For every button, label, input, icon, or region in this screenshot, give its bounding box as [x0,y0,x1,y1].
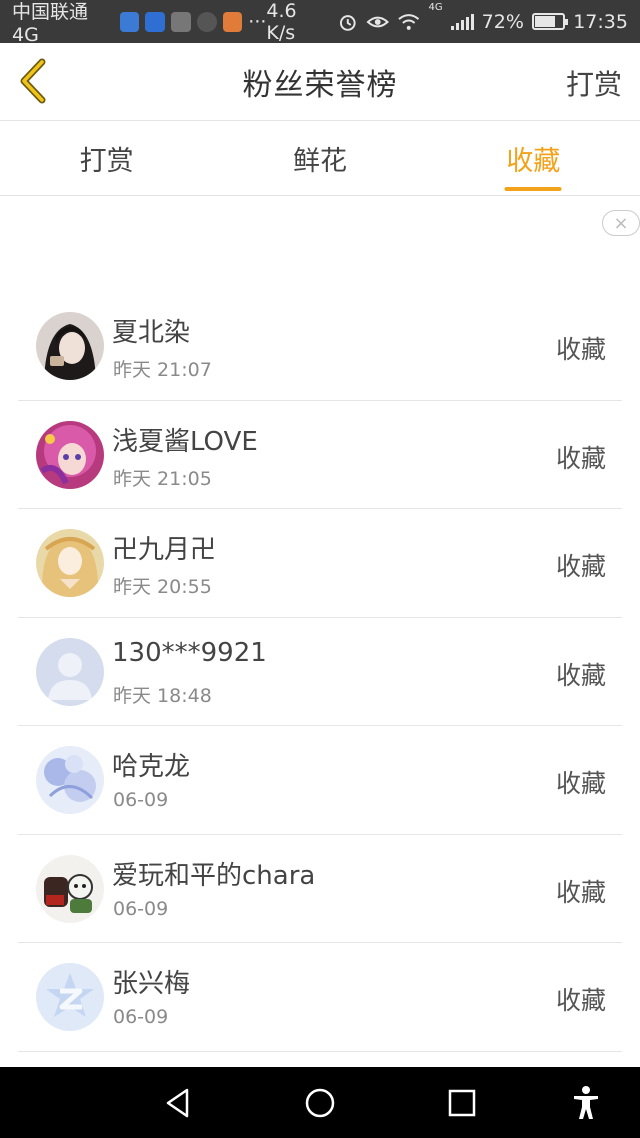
back-button[interactable] [14,57,54,105]
signal-icon [450,13,474,30]
avatar [36,746,104,814]
battery-icon [531,13,569,30]
status-right: 4.6 K/s 4G 72% 17:35 [266,0,628,44]
clock: 17:35 [573,10,628,33]
close-icon: × [613,212,629,234]
fan-time: 昨天 18:48 [113,684,212,707]
alarm-icon [339,14,356,31]
list-item[interactable]: 卍九月卍 昨天 20:55 收藏 [18,509,622,618]
active-tab-indicator [504,187,562,191]
fan-action-label: 收藏 [555,877,606,907]
system-nav-bar [0,1067,640,1138]
close-banner-button[interactable]: × [602,210,640,236]
tab-bar: 打赏 鲜花 收藏 [0,121,640,196]
fan-name: 张兴梅 [112,969,191,999]
square-recents-icon [448,1089,476,1116]
fan-action-label: 收藏 [555,660,606,690]
fan-time: 昨天 20:55 [113,576,212,598]
network-type: 4G [428,1,443,13]
list-item[interactable]: 130***9921 昨天 18:48 收藏 [18,618,622,726]
fan-action-label: 收藏 [555,986,606,1015]
fan-name: 夏北染 [112,318,191,348]
fan-action-label: 收藏 [555,443,606,473]
list-item[interactable]: 夏北染 昨天 21:07 收藏 [18,292,622,401]
avatar [36,637,104,706]
fan-name: 浅夏酱LOVE [112,426,258,457]
paw-icon [145,11,166,32]
baidu-icon [119,11,140,32]
fan-time: 06-09 [113,789,169,811]
more-notifications-label: ··· [248,10,267,33]
accessibility-icon [574,1085,598,1119]
battery-percent: 72% [481,10,524,33]
fan-time: 昨天 21:05 [113,467,212,490]
system-home-button[interactable] [290,1067,350,1138]
fan-name: 130***9921 [112,637,267,668]
status-bar: 中国联通4G ··· 4.6 K/s 4G 72% 17:35 [0,0,640,46]
photo-icon [171,11,191,32]
triangle-back-icon [166,1088,189,1117]
fan-name: 爱玩和平的chara [112,860,316,891]
fan-action-label: 收藏 [555,335,606,364]
list-item[interactable]: 爱玩和平的chara 06-09 收藏 [18,835,622,943]
circle-home-icon [305,1088,335,1117]
system-recents-button[interactable] [432,1067,492,1138]
chevron-left-icon [20,58,46,104]
tab-favorites[interactable]: 收藏 [427,121,640,195]
avatar [36,854,104,923]
tab-label: 打赏 [79,145,134,177]
avatar [36,529,104,597]
eye-icon [366,16,389,27]
avatar [36,420,104,489]
status-left: 中国联通4G ··· [12,0,266,46]
wechat-icon [196,11,217,32]
reward-button[interactable]: 打赏 [566,63,622,103]
fan-time: 昨天 21:07 [113,359,212,381]
fan-name: 卍九月卍 [112,535,217,565]
wifi-icon [398,13,420,30]
tab-reward[interactable]: 打赏 [0,121,213,195]
fan-list: 夏北染 昨天 21:07 收藏 浅夏酱LOVE 昨天 21:05 收藏 卍九月卍… [0,292,640,1052]
battery-fill [534,16,555,27]
fan-action-label: 收藏 [555,769,606,798]
video-icon [222,11,243,32]
fan-action-label: 收藏 [555,552,606,581]
tab-label: 鲜花 [292,145,347,177]
tab-flowers[interactable]: 鲜花 [213,121,426,195]
page-title: 粉丝荣誉榜 [242,67,398,103]
avatar [36,963,104,1031]
accessibility-button[interactable] [556,1067,616,1138]
fan-name: 哈克龙 [112,752,191,782]
list-item[interactable]: 哈克龙 06-09 收藏 [18,726,622,835]
carrier-label: 中国联通4G [12,1,89,46]
header: 粉丝荣誉榜 打赏 [0,43,640,121]
fan-time: 06-09 [113,897,169,920]
list-item[interactable]: 张兴梅 06-09 收藏 [18,943,622,1052]
system-back-button[interactable] [148,1067,208,1138]
list-item[interactable]: 浅夏酱LOVE 昨天 21:05 收藏 [18,401,622,509]
tab-label: 收藏 [506,145,561,177]
net-speed: 4.6 K/s [266,0,297,44]
fan-time: 06-09 [113,1006,169,1028]
avatar [36,312,104,380]
